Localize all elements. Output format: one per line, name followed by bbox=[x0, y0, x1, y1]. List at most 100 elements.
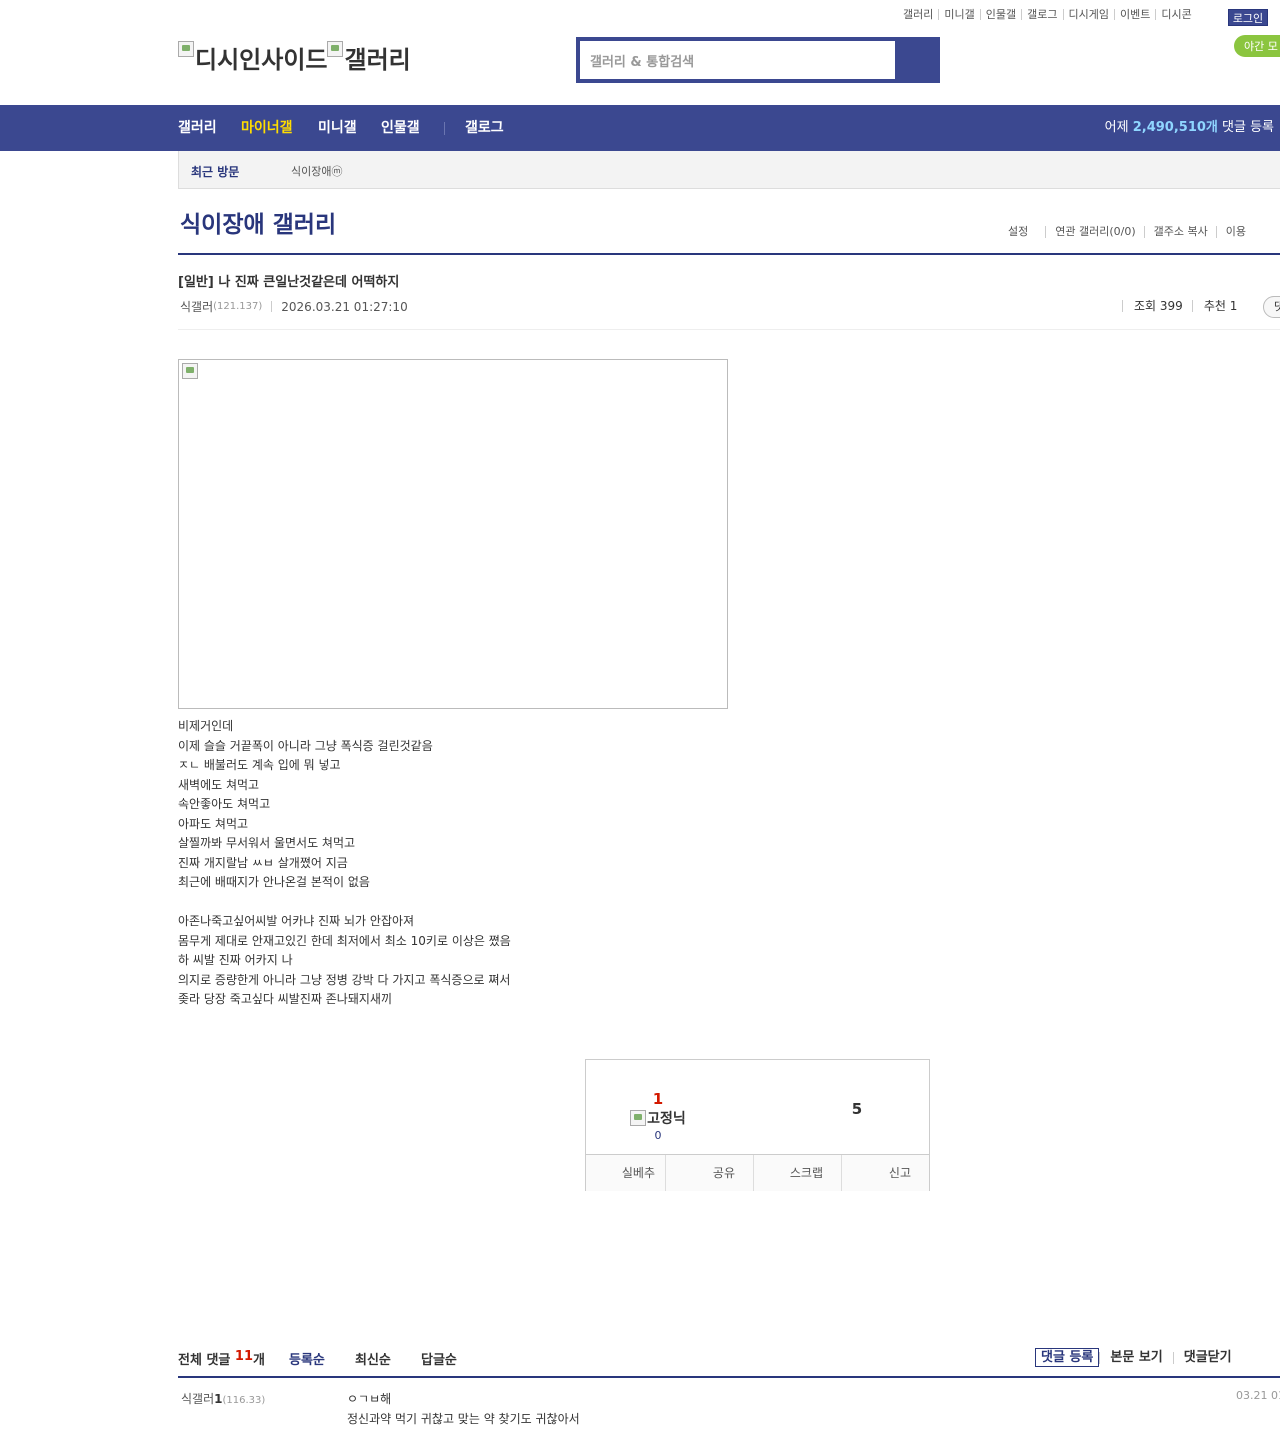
sort-by-registered[interactable]: 등록순 bbox=[289, 1349, 325, 1368]
nav-gallog[interactable]: 갤로그 bbox=[465, 105, 504, 151]
nav-person-gallery[interactable]: 인물갤 bbox=[381, 105, 420, 151]
gallery-title[interactable]: 식이장애 갤러리 bbox=[180, 205, 336, 239]
share-button[interactable]: 공유 bbox=[665, 1155, 753, 1191]
title-divider bbox=[178, 253, 1280, 255]
post-body-line: 비제거인데 bbox=[178, 719, 234, 733]
recent-item-label: 식이장애 bbox=[291, 165, 332, 178]
comment-total: 전체 댓글 11 개 bbox=[178, 1349, 265, 1368]
post-author[interactable]: 식갤러 bbox=[180, 298, 213, 315]
comment-total-count: 11 bbox=[234, 1349, 253, 1364]
comment-total-suffix: 개 bbox=[253, 1353, 265, 1368]
post-body-line: 진짜 개지랄남 ㅆㅂ 살개쪘어 지금 bbox=[178, 855, 348, 870]
top-link-minigall[interactable]: 미니갤 bbox=[938, 9, 979, 20]
post-body-line: 속안좋아도 쳐먹고 bbox=[178, 797, 271, 811]
post-datetime: 2026.03.21 01:27:10 bbox=[281, 299, 408, 314]
search-input[interactable]: 갤러리 & 통합검색 bbox=[580, 41, 895, 79]
report-button[interactable]: 신고 bbox=[841, 1155, 929, 1191]
meta-divider bbox=[271, 301, 273, 312]
broken-image-icon bbox=[327, 41, 344, 57]
daily-comment-stat: 어제 2,490,510개 댓글 등록 bbox=[1105, 105, 1274, 151]
top-link-gallog[interactable]: 갤로그 bbox=[1021, 9, 1062, 20]
register-comment-button[interactable]: 댓글 등록 bbox=[1035, 1348, 1100, 1367]
post-body-line: 아파도 쳐먹고 bbox=[178, 816, 249, 831]
broken-image-icon bbox=[178, 41, 194, 57]
usage-link[interactable]: 이용 bbox=[1215, 226, 1254, 238]
scrap-button[interactable]: 스크랩 bbox=[753, 1155, 841, 1191]
nav-divider bbox=[444, 122, 445, 135]
post-author-ip: (121.137) bbox=[213, 301, 263, 312]
top-link-dccon[interactable]: 디시콘 bbox=[1155, 9, 1196, 20]
best-recommend-button[interactable]: 실베추 bbox=[586, 1155, 665, 1191]
post-body-line: 몸무게 제대로 안재고있긴 한데 최저에서 최소 10키로 이상은 쪘음 bbox=[178, 933, 511, 948]
stat-suffix: 댓글 등록 bbox=[1222, 120, 1274, 135]
recommend-up-count: 1 bbox=[652, 1090, 664, 1108]
nav-mini-gallery[interactable]: 미니갤 bbox=[318, 105, 357, 151]
gallery-settings-link[interactable]: 설정 bbox=[1008, 226, 1045, 238]
sort-by-latest[interactable]: 최신순 bbox=[355, 1349, 391, 1368]
post-stats: 조회 399 추천 1 bbox=[1122, 300, 1246, 312]
comment-text: ㅇㄱㅂ해 정신과약 먹기 귀찮고 맞는 약 찾기도 귀찮아서 bbox=[347, 1389, 580, 1429]
broken-image-icon bbox=[182, 363, 198, 379]
gallery-tools: 설정 연관 갤러리(0/0) 갤주소 복사 이용 bbox=[1008, 226, 1254, 238]
comment-author-nick: 식갤러 bbox=[181, 1392, 215, 1406]
top-link-persongall[interactable]: 인물갤 bbox=[979, 9, 1021, 20]
post-body-line: 새벽에도 쳐먹고 bbox=[178, 777, 260, 792]
top-utility-links: 갤러리 미니갤 인물갤 갤로그 디시게임 이벤트 디시콘 bbox=[903, 9, 1197, 20]
top-link-dcgame[interactable]: 디시게임 bbox=[1062, 9, 1114, 20]
comment-author-ip: (116.33) bbox=[222, 1395, 266, 1406]
sort-by-replies[interactable]: 답글순 bbox=[421, 1349, 457, 1368]
post-body-line: 의지로 증량한게 아니라 그냥 정병 강박 다 가지고 폭식증으로 쪄서 bbox=[178, 972, 511, 987]
comment-divider bbox=[178, 1376, 1280, 1378]
comment-author[interactable]: 식갤러1(116.33) bbox=[181, 1390, 265, 1407]
post-body-line: 이제 슬슬 거끝폭이 아니라 그냥 폭식증 걸린것같음 bbox=[178, 738, 433, 753]
broken-image-icon bbox=[630, 1110, 647, 1126]
comment-actions: 댓글 등록 본문 보기 댓글닫기 bbox=[1035, 1348, 1263, 1367]
post-recommend-count: 추천 1 bbox=[1191, 300, 1247, 312]
post-body: 비제거인데 이제 슬슬 거끝폭이 아니라 그냥 폭식증 걸린것같음 ㅈㄴ 배불러… bbox=[178, 717, 511, 1010]
post-body-line: 하 씨발 진짜 어카지 나 bbox=[178, 953, 293, 967]
logo-site-alt: 디시인사이드 bbox=[195, 46, 328, 74]
recent-visit-title: 최근 방문 bbox=[191, 165, 240, 179]
logo-gallery-alt: 갤러리 bbox=[344, 46, 411, 74]
minor-gallery-badge-icon: ⓜ bbox=[331, 165, 343, 178]
comment-line: 정신과약 먹기 귀찮고 맞는 약 찾기도 귀찮아서 bbox=[347, 1412, 580, 1426]
login-button[interactable]: 로그인 bbox=[1228, 9, 1268, 26]
stat-prefix: 어제 bbox=[1104, 120, 1129, 135]
comment-line: ㅇㄱㅂ해 bbox=[347, 1392, 392, 1406]
fixed-nick-count: 0 bbox=[654, 1129, 662, 1142]
comment-total-prefix: 전체 댓글 bbox=[178, 1353, 231, 1368]
top-link-gallery[interactable]: 갤러리 bbox=[903, 9, 938, 20]
nav-minor-gallery[interactable]: 마이너갤 bbox=[241, 105, 293, 151]
comment-count-bubble[interactable]: 댓 bbox=[1263, 296, 1280, 318]
post-body-line: 좆라 당장 죽고싶다 씨발진짜 존나돼지새끼 bbox=[178, 992, 392, 1006]
site-logo[interactable]: 디시인사이드 갤러리 bbox=[178, 40, 411, 75]
comment-date: 03.21 01 bbox=[1236, 1389, 1280, 1402]
post-title: [일반] 나 진짜 큰일난것같은데 어떡하지 bbox=[178, 275, 400, 290]
main-nav-bar: 갤러리 마이너갤 미니갤 인물갤 갤로그 어제 2,490,510개 댓글 등록 bbox=[0, 105, 1280, 151]
stat-count: 2,490,510개 bbox=[1132, 120, 1218, 135]
top-link-event[interactable]: 이벤트 bbox=[1113, 9, 1155, 20]
recent-visit-bar: 최근 방문 식이장애ⓜ bbox=[178, 151, 1280, 189]
post-body-line: 아존나죽고싶어씨발 어카냐 진짜 뇌가 안잡아져 bbox=[178, 914, 415, 928]
night-mode-toggle[interactable]: 야간 모 bbox=[1234, 35, 1280, 57]
view-body-link[interactable]: 본문 보기 bbox=[1099, 1351, 1172, 1364]
search-box: 갤러리 & 통합검색 bbox=[576, 37, 940, 83]
post-image[interactable] bbox=[178, 359, 728, 709]
copy-gallery-address-link[interactable]: 갤주소 복사 bbox=[1143, 226, 1216, 238]
related-gallery-link[interactable]: 연관 갤러리(0/0) bbox=[1045, 226, 1143, 238]
fixed-nick-label: 고정닉 bbox=[647, 1111, 686, 1127]
nav-gallery[interactable]: 갤러리 bbox=[178, 105, 217, 151]
post-body-line: ㅈㄴ 배불러도 계속 입에 뭐 넣고 bbox=[178, 758, 341, 772]
close-comments-link[interactable]: 댓글닫기 bbox=[1172, 1351, 1242, 1364]
fixed-nick-recommend: 고정닉 bbox=[626, 1108, 690, 1128]
recommend-box: 1 고정닉 0 5 실베추 공유 스크랩 신고 bbox=[585, 1059, 930, 1191]
recommend-actions: 실베추 공유 스크랩 신고 bbox=[586, 1154, 929, 1191]
recent-visit-item[interactable]: 식이장애ⓜ bbox=[291, 163, 342, 179]
recommend-up[interactable]: 1 고정닉 0 bbox=[626, 1090, 690, 1142]
search-button[interactable] bbox=[896, 41, 936, 79]
post-body-line bbox=[178, 893, 511, 913]
post-views: 조회 399 bbox=[1122, 300, 1192, 312]
post-head-divider bbox=[178, 329, 1280, 330]
post-body-line: 살찔까봐 무서워서 울면서도 쳐먹고 bbox=[178, 836, 356, 850]
recommend-down-count[interactable]: 5 bbox=[846, 1100, 868, 1118]
